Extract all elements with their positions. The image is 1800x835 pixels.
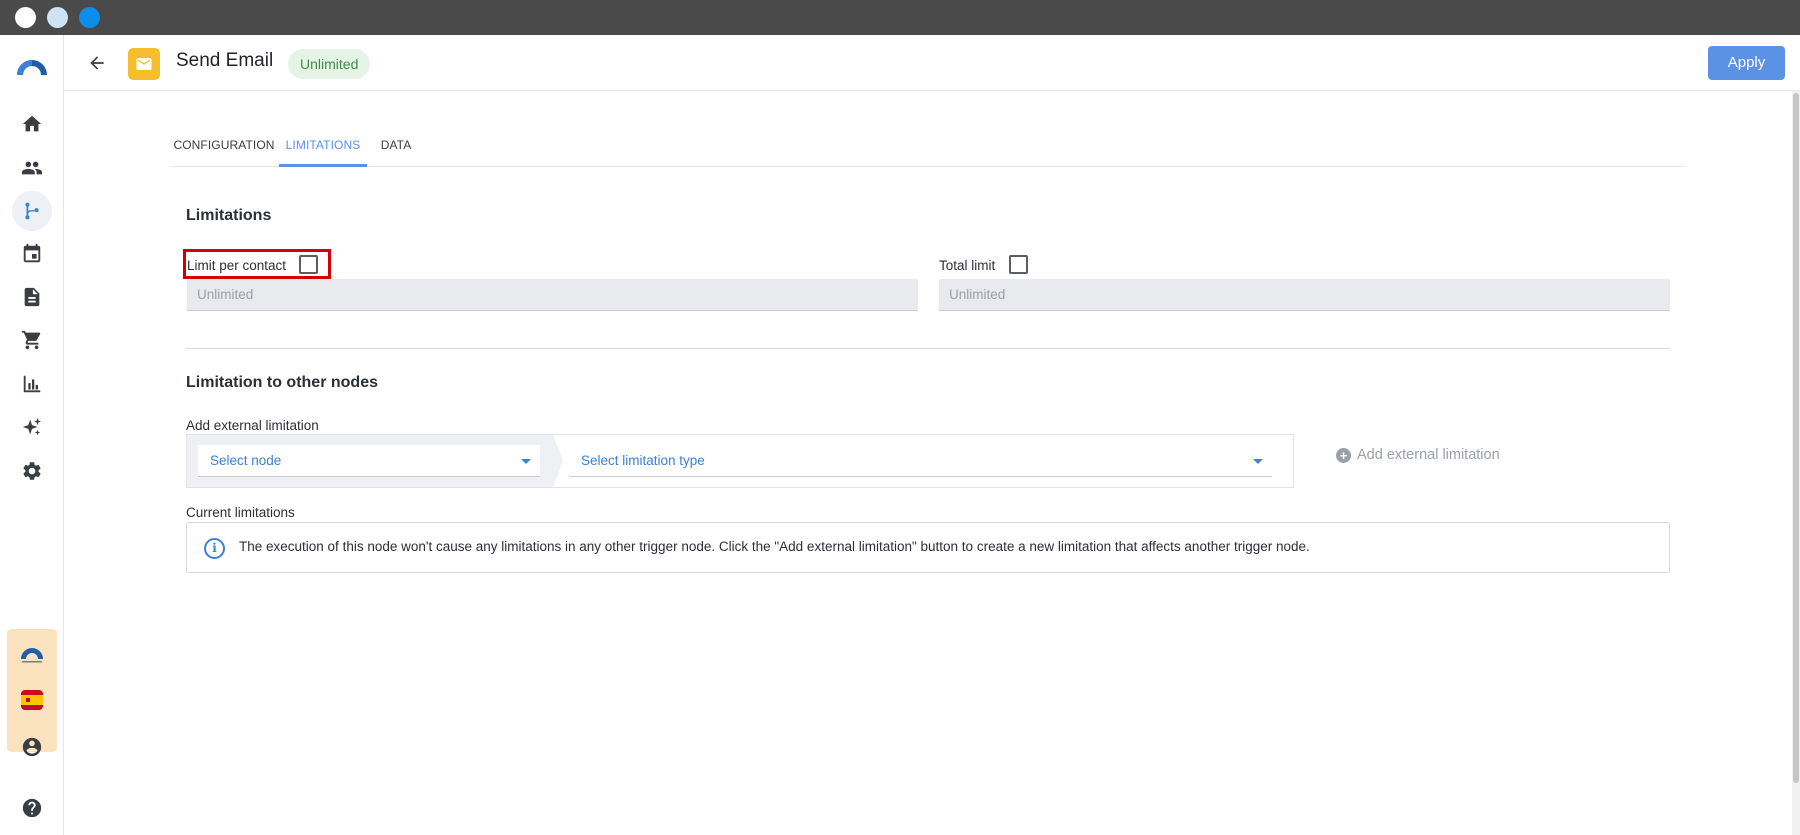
help-icon (22, 798, 42, 818)
organization-logo-icon (21, 648, 43, 663)
sidebar-item-reports[interactable] (12, 364, 52, 404)
node-header: Send Email Unlimited Apply (64, 35, 1800, 91)
back-button[interactable] (84, 50, 110, 76)
select-node-dropdown[interactable]: Select node (198, 445, 540, 477)
sidebar-item-shop[interactable] (12, 320, 52, 360)
tab-data[interactable]: DATA (371, 125, 421, 167)
info-icon: i (204, 538, 225, 559)
sidebar-item-home[interactable] (12, 104, 52, 144)
people-icon (21, 161, 43, 175)
sparkle-icon (22, 417, 42, 436)
add-circle-icon: + (1336, 447, 1351, 463)
select-node-text: Select node (210, 453, 282, 468)
cart-icon (21, 330, 41, 350)
sidebar-item-settings[interactable] (12, 451, 52, 491)
document-icon (24, 287, 40, 307)
sidebar-item-contacts[interactable] (12, 148, 52, 188)
info-message-text: The execution of this node won't cause a… (239, 539, 1310, 554)
sidebar-item-help[interactable] (12, 788, 52, 828)
sidebar-item-automation[interactable] (12, 191, 52, 231)
calendar-icon (23, 243, 41, 263)
scrollbar-thumb[interactable] (1793, 93, 1799, 783)
panel-arrow (553, 435, 563, 487)
bar-chart-icon (23, 375, 41, 393)
total-limit-input: Unlimited (939, 279, 1670, 311)
tab-bar: CONFIGURATION LIMITATIONS DATA (170, 125, 1685, 167)
vertical-scrollbar[interactable] (1792, 91, 1800, 835)
spain-flag-icon[interactable] (21, 690, 43, 710)
limit-per-contact-label: Limit per contact (187, 258, 287, 273)
node-type-badge (128, 48, 160, 80)
total-limit-label: Total limit (939, 258, 996, 273)
gear-icon (23, 462, 41, 480)
sidebar (0, 35, 64, 835)
sidebar-item-calendar[interactable] (12, 234, 52, 274)
add-external-limitation-text: Add external limitation (1357, 447, 1500, 463)
home-icon (22, 115, 42, 132)
account-icon (22, 737, 42, 757)
add-external-limitation-label: Add external limitation (186, 418, 319, 433)
limitations-heading: Limitations (186, 207, 272, 224)
window-close-button[interactable] (15, 7, 36, 28)
tab-configuration[interactable]: CONFIGURATION (170, 125, 278, 167)
current-limitations-label: Current limitations (186, 505, 295, 520)
other-nodes-heading: Limitation to other nodes (186, 374, 378, 391)
external-limitation-row: Select node Select limitation type (186, 434, 1294, 488)
limit-per-contact-input: Unlimited (187, 279, 918, 311)
window-maximize-button[interactable] (79, 7, 100, 28)
sidebar-item-ai[interactable] (12, 407, 52, 447)
info-message: i The execution of this node won't cause… (186, 522, 1670, 573)
sidebar-item-documents[interactable] (12, 277, 52, 317)
apply-button[interactable]: Apply (1708, 46, 1785, 80)
section-divider (186, 348, 1670, 349)
flow-icon (25, 202, 39, 220)
select-limitation-type-text: Select limitation type (581, 453, 705, 468)
email-icon (136, 58, 152, 70)
arrow-back-icon (90, 56, 104, 70)
page-title: Send Email (176, 50, 274, 71)
app-logo-icon[interactable] (14, 51, 50, 77)
tab-limitations[interactable]: LIMITATIONS (279, 125, 367, 167)
limit-per-contact-checkbox[interactable] (299, 255, 318, 274)
status-badge: Unlimited (288, 49, 371, 79)
add-external-limitation-button[interactable]: + Add external limitation (1336, 447, 1500, 463)
select-limitation-type-dropdown[interactable]: Select limitation type (569, 445, 1272, 477)
total-limit-checkbox[interactable] (1009, 255, 1028, 274)
window-minimize-button[interactable] (47, 7, 68, 28)
sidebar-item-account[interactable] (12, 727, 52, 767)
chevron-down-icon (1253, 459, 1263, 464)
window-titlebar (0, 0, 1800, 35)
chevron-down-icon (521, 459, 531, 464)
